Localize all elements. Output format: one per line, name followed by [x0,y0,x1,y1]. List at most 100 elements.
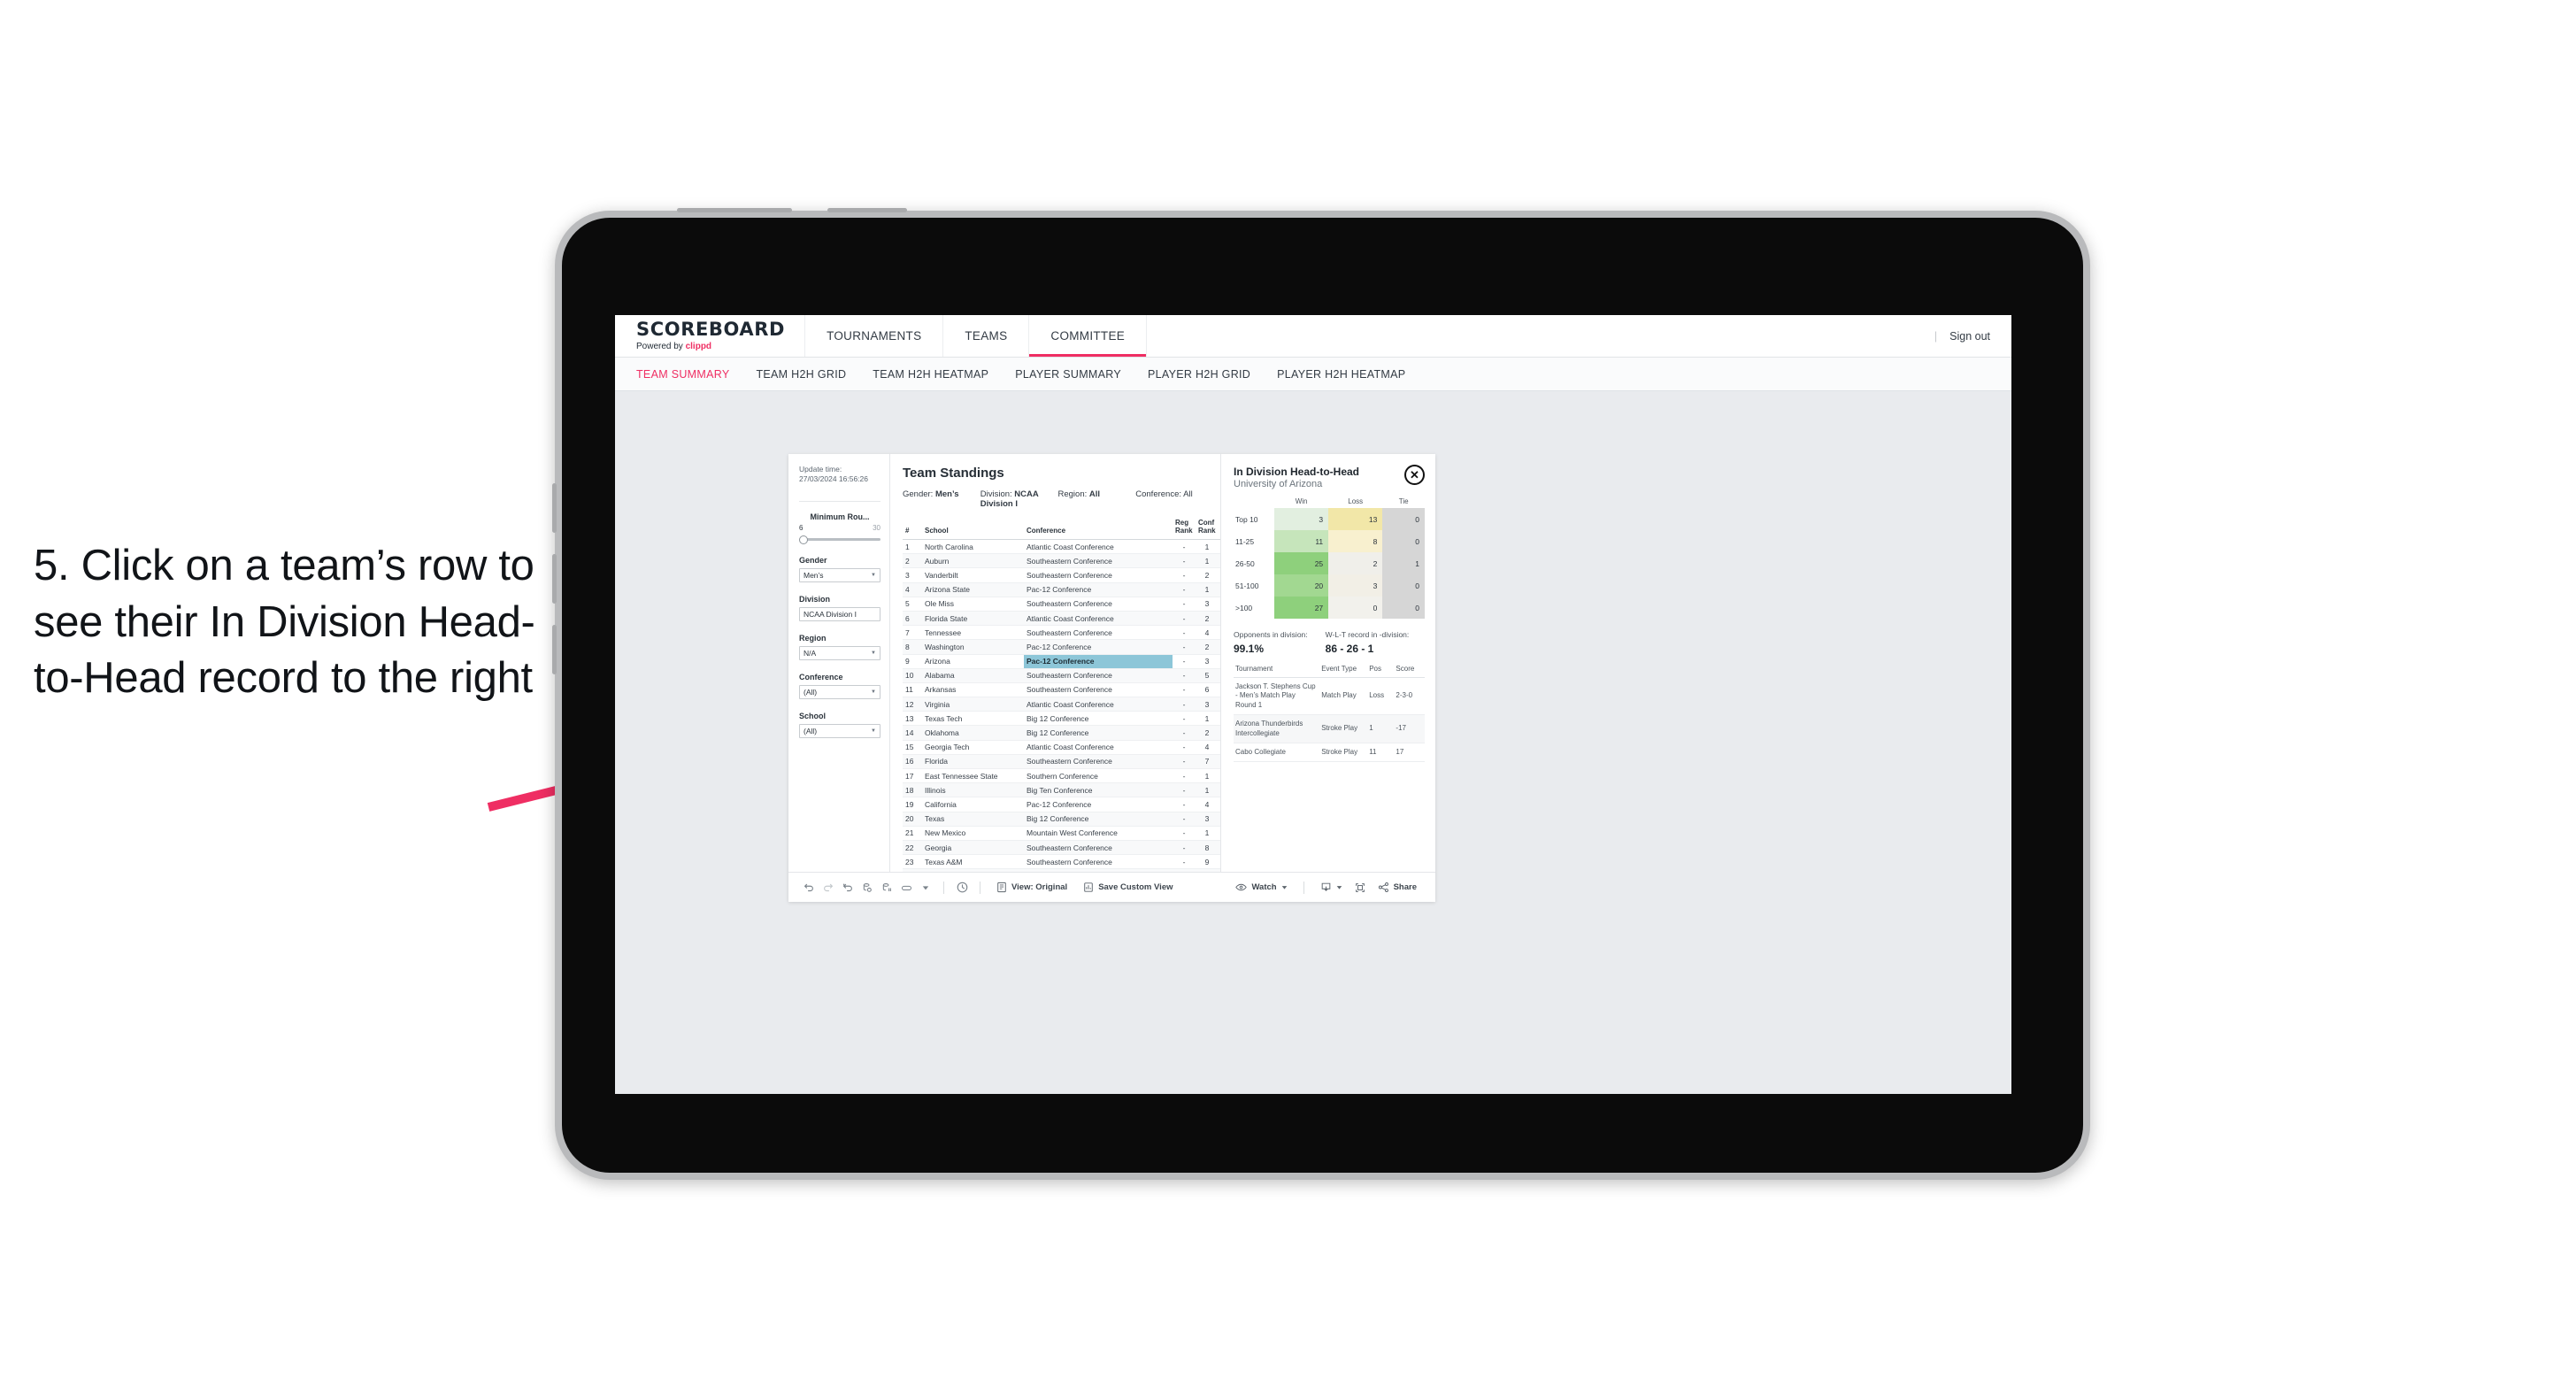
table-row[interactable]: 1 North Carolina Atlantic Coast Conference… [903,539,1220,555]
meta-division-label: Division: [980,489,1015,499]
table-row[interactable]: 16FloridaSoutheastern Conference-79244 [903,754,1220,770]
power-button[interactable] [827,208,907,212]
rank-cell: 6 [903,611,922,627]
school-cell: Georgia [922,840,1024,856]
table-row[interactable]: 21New MexicoMountain West Conference-192… [903,826,1220,841]
view-shape-icon[interactable] [896,878,916,897]
conference-cell: Atlantic Coast Conference [1024,697,1173,712]
watch-button[interactable]: Watch [1227,882,1295,892]
school-label: School [799,711,827,720]
watch-label: Watch [1251,882,1277,892]
redo-icon[interactable] [819,878,838,897]
reg-rank-cell: - [1173,625,1196,641]
chevron-down-icon[interactable] [916,878,935,897]
division-select[interactable]: NCAA Division I [799,606,880,621]
table-row[interactable]: 22GeorgiaSoutheastern Conference-87211 [903,840,1220,856]
conf-rank-cell: 4 [1196,740,1219,755]
history-icon[interactable] [952,878,972,897]
event-row[interactable]: Cabo Collegiate Stroke Play 11 17 [1234,743,1425,763]
table-row[interactable]: 24DukeAtlantic Coast Conference-59271 [903,868,1220,872]
col-rank[interactable]: # [903,517,922,540]
refresh-data-icon[interactable] [857,878,877,897]
tab-team-h2h-heatmap[interactable]: TEAM H2H HEATMAP [873,368,988,381]
col-reg-rank[interactable]: Reg Rank [1173,517,1196,540]
chevron-down-icon: ▼ [871,689,876,695]
head-to-head-panel: ✕ In Division Head-to-Head University of… [1220,454,1435,872]
conf-rank-cell: 8 [1196,840,1219,856]
table-row[interactable]: 23Texas A&MSoutheastern Conference-91030… [903,854,1220,870]
col-conf-rank[interactable]: Conf Rank [1196,517,1219,540]
event-row[interactable]: Jackson T. Stephens Cup - Men’s Match Pl… [1234,677,1425,716]
pause-updates-icon[interactable] [877,878,896,897]
table-row[interactable]: 20TexasBig 12 Conference-37200 [903,812,1220,827]
table-row[interactable]: 6 Florida State Atlantic Coast Conference -… [903,611,1220,627]
header-right: | Sign out [1934,315,2011,357]
nav-item-teams[interactable]: TEAMS [943,315,1030,357]
conference-cell: Pac-12 Conference [1024,654,1173,669]
sign-out-link[interactable]: Sign out [1949,330,1990,343]
reg-rank-cell: - [1173,539,1196,555]
fullscreen-icon[interactable] [1350,878,1370,897]
table-row[interactable]: 11ArkansasSoutheastern Conference-68232 [903,682,1220,698]
table-row[interactable]: 5Ole MissSoutheastern Conference-36181 [903,597,1220,612]
region-select[interactable]: N/A ▼ [799,645,880,660]
table-row[interactable]: 12VirginiaAtlantic Coast Conference-3824… [903,697,1220,712]
revert-icon[interactable] [838,878,857,897]
conference-select[interactable]: (All) ▼ [799,684,880,699]
nav-item-tournaments[interactable]: TOURNAMENTS [805,315,944,357]
tab-player-summary[interactable]: PLAYER SUMMARY [1015,368,1121,381]
volume-down-button[interactable] [552,554,557,604]
col-school[interactable]: School [922,517,1024,540]
school-cell: Ole Miss [922,597,1024,612]
table-row[interactable]: 9ArizonaPac-12 Conference-38232 [903,654,1220,669]
table-row[interactable]: 19CaliforniaPac-12 Conference-48242 [903,797,1220,812]
brand-logo[interactable]: SCOREBOARD Powered by clippd [615,315,806,357]
download-button[interactable] [1312,882,1350,893]
h2h-record-table: Win Loss Tie Top 10 3 13 0 11-25 11 8 0 26-50 25 2… [1234,497,1425,619]
h2h-tie-cell: 0 [1382,574,1425,597]
volume-up-button[interactable] [552,483,557,533]
table-row[interactable]: 2AuburnSoutheastern Conference-19276 [903,553,1220,569]
col-conference[interactable]: Conference [1024,517,1173,540]
share-button[interactable]: Share [1370,882,1425,893]
gender-select[interactable]: Men’s ▼ [799,567,880,582]
save-custom-view-button[interactable]: Save Custom View [1075,882,1180,893]
event-row[interactable]: Arizona Thunderbirds Intercollegiate Stro… [1234,714,1425,743]
slider-knob[interactable] [799,535,808,544]
school-cell: Florida State [922,611,1024,627]
side-button[interactable] [552,625,557,674]
table-row[interactable]: 18IllinoisBig Ten Conference-18233 [903,782,1220,798]
minimum-rounds-slider[interactable] [799,535,880,544]
rank-cell: 24 [903,868,922,872]
view-original-button[interactable]: View: Original [988,882,1075,893]
table-row[interactable]: 10AlabamaSoutheastern Conference-58233 [903,668,1220,683]
col-pos: Pos [1367,665,1395,678]
table-row[interactable]: 8WashingtonPac-12 Conference-28231 [903,639,1220,655]
h2h-title: In Division Head-to-Head [1234,466,1360,478]
school-select[interactable]: (All) ▼ [799,723,880,738]
rank-cell: 16 [903,754,922,770]
reg-rank-cell: - [1173,639,1196,655]
filter-conference: Conference (All) ▼ [799,673,880,699]
conference-cell: Big 12 Conference [1024,725,1173,741]
tab-player-h2h-grid[interactable]: PLAYER H2H GRID [1148,368,1250,381]
close-icon[interactable]: ✕ [1404,465,1425,485]
table-row[interactable]: 3VanderbiltSoutheastern Conference-28235 [903,567,1220,583]
stat-opponents-value: 99.1% [1234,643,1265,655]
tab-player-h2h-heatmap[interactable]: PLAYER H2H HEATMAP [1277,368,1405,381]
nav-item-committee[interactable]: COMMITTEE [1029,315,1148,357]
reg-rank-cell: - [1173,812,1196,827]
tab-team-h2h-grid[interactable]: TEAM H2H GRID [756,368,846,381]
table-row[interactable]: 7TennesseeSoutheastern Conference-46182 [903,625,1220,641]
table-row[interactable]: 13Texas TechBig 12 Conference-19272 [903,711,1220,727]
table-row[interactable]: 17 East Tennessee State Southern Conferenc… [903,768,1220,784]
undo-icon[interactable] [799,878,819,897]
tab-team-summary[interactable]: TEAM SUMMARY [636,368,729,381]
table-row[interactable]: 14OklahomaBig 12 Conference-28242 [903,725,1220,741]
standings-table-wrap: # School Conference Reg Rank Conf Rank N… [903,517,1220,872]
conf-rank-cell: 9 [1196,854,1219,870]
table-row[interactable]: 4Arizona StatePac-12 Conference-19261 [903,582,1220,597]
slider-max-value: 30 [873,523,880,532]
table-row[interactable]: 15 Georgia Tech Atlantic Coast Conference -… [903,740,1220,755]
meta-region-value: All [1088,489,1101,499]
